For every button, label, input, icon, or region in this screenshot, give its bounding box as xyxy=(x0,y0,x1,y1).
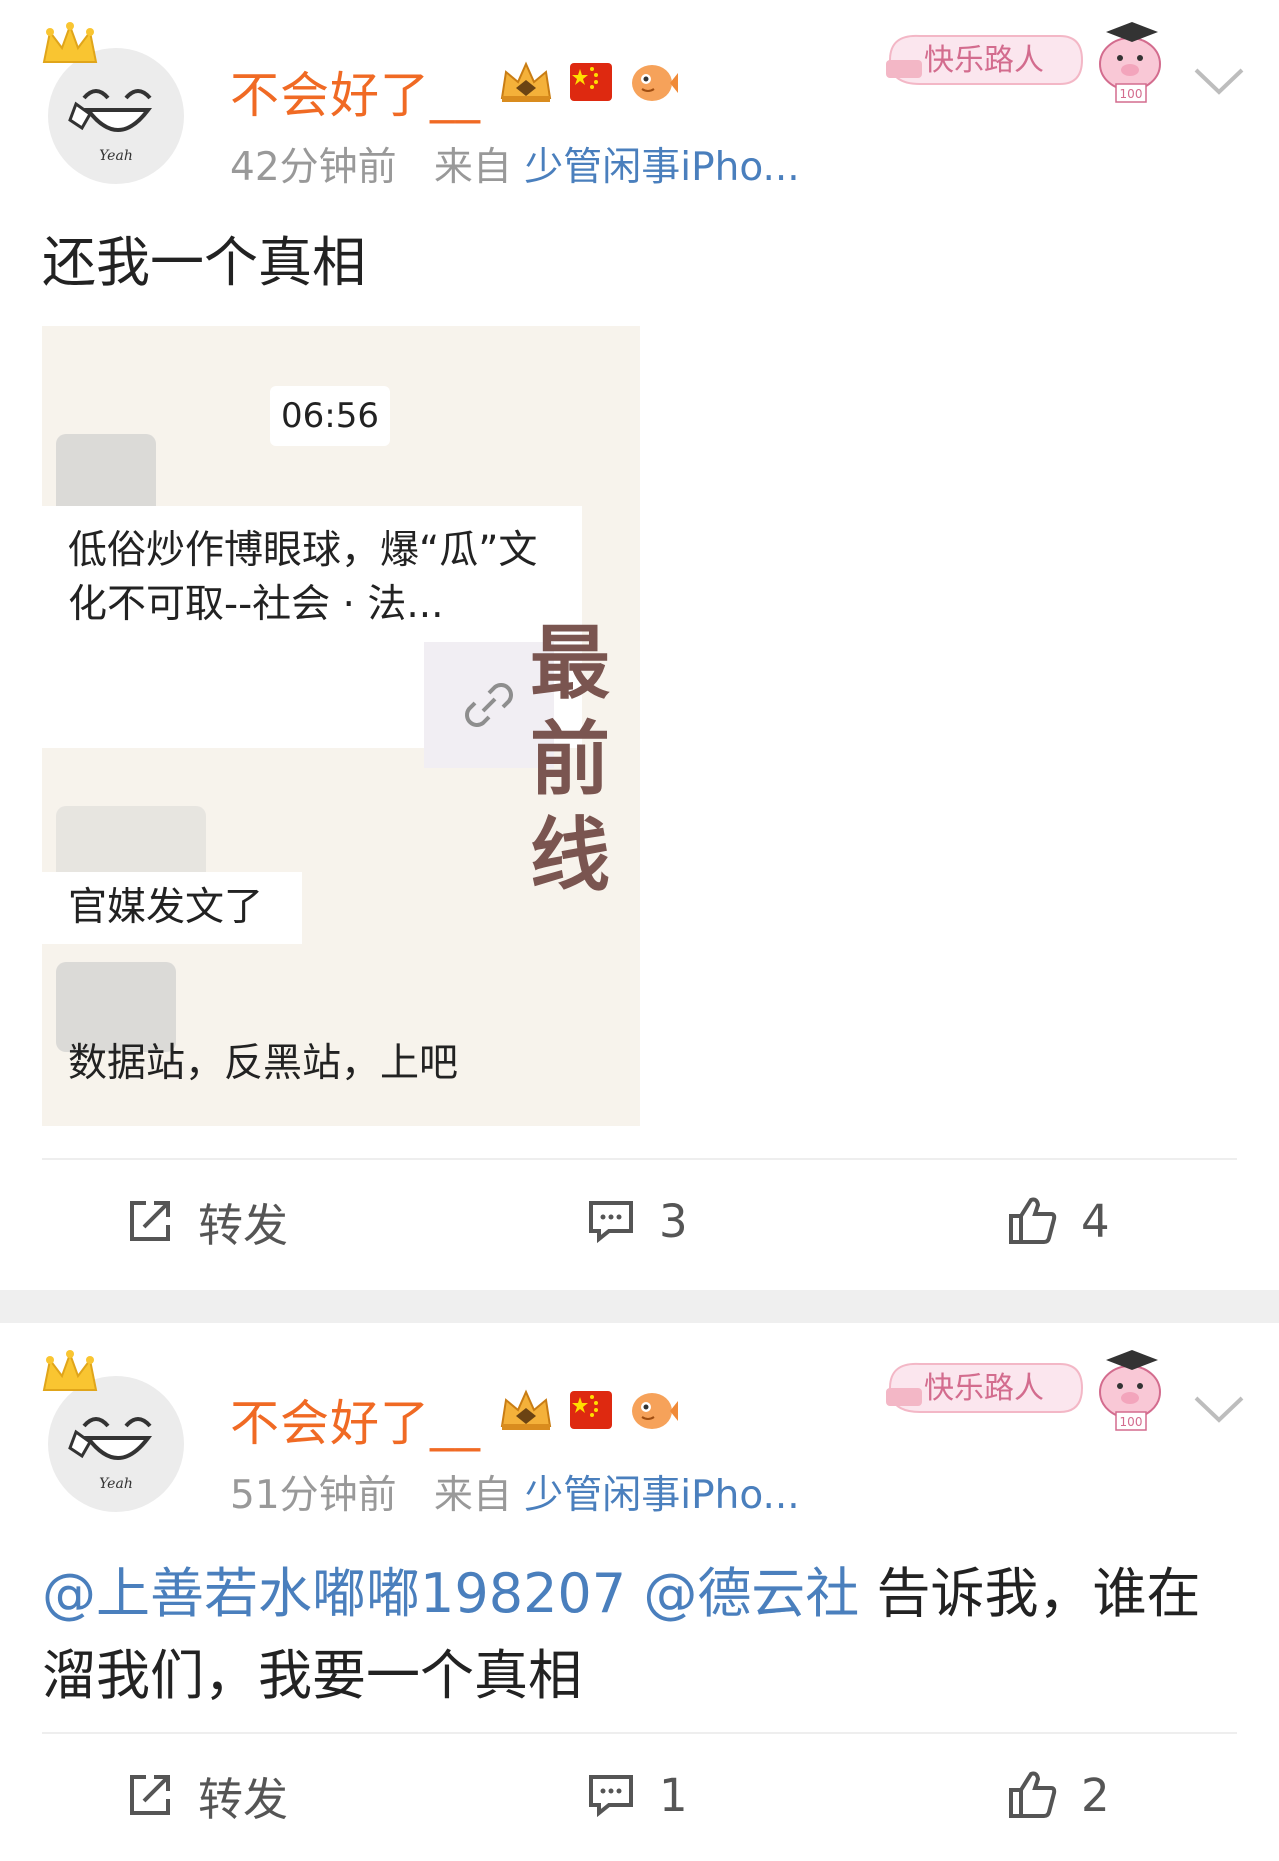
post-meta: 42分钟前 来自 少管闲事iPho... xyxy=(230,136,800,192)
pig-badge-icon: 快乐路人 100 xyxy=(886,22,1161,103)
source-prefix: 来自 xyxy=(433,145,512,190)
comment-button[interactable]: 3 xyxy=(585,1176,688,1266)
badge-number: 100 xyxy=(1120,87,1143,101)
badge-text: 快乐路人 xyxy=(924,43,1044,78)
username[interactable]: 不会好了__ xyxy=(230,1384,481,1455)
china-flag-icon[interactable] xyxy=(568,1387,614,1433)
comment-count: 1 xyxy=(659,1768,688,1822)
post-source[interactable]: 少管闲事iPho... xyxy=(524,145,799,190)
user-badges xyxy=(498,58,678,106)
crown-badge-icon[interactable] xyxy=(498,1386,554,1434)
fish-icon[interactable] xyxy=(628,59,678,105)
crown-badge-icon[interactable] xyxy=(498,58,554,106)
post-image[interactable]: 06:56 低俗炒作博眼球，爆“瓜”文化不可取--社会 · 法... 最前线 官… xyxy=(42,326,640,1126)
weibo-post: Yeah 不会好了__ xyxy=(0,0,1279,1290)
like-button[interactable]: 2 xyxy=(1005,1750,1110,1840)
like-count: 4 xyxy=(1081,1194,1110,1248)
action-bar: 转发 3 4 xyxy=(0,1176,1279,1266)
post-meta: 51分钟前 来自 少管闲事iPho... xyxy=(230,1464,800,1520)
repost-button[interactable]: 转发 xyxy=(124,1176,288,1266)
image-caption-1: 官媒发文了 xyxy=(42,872,302,944)
share-icon xyxy=(130,1775,170,1815)
divider xyxy=(42,1732,1237,1734)
user-badges xyxy=(498,1386,678,1434)
repost-label: 转发 xyxy=(198,1772,289,1826)
badge-text: 快乐路人 xyxy=(924,1371,1044,1406)
source-prefix: 来自 xyxy=(433,1473,512,1518)
username[interactable]: 不会好了__ xyxy=(230,56,481,127)
comment-icon xyxy=(589,1201,633,1244)
avatar-wrap[interactable]: Yeah xyxy=(40,22,190,184)
image-caption-2: 数据站，反黑站，上吧 xyxy=(68,1041,459,1086)
image-time: 06:56 xyxy=(270,386,390,446)
article-title: 低俗炒作博眼球，爆“瓜”文化不可取--社会 · 法... xyxy=(68,528,538,627)
post-text: 还我一个真相 xyxy=(42,231,366,294)
comment-count: 3 xyxy=(659,1194,688,1248)
post-time: 42分钟前 xyxy=(230,145,397,190)
avatar-label: Yeah xyxy=(99,148,133,164)
mention-link[interactable]: @上善若水嘟嘟198207 xyxy=(42,1562,626,1625)
repost-button[interactable]: 转发 xyxy=(124,1750,288,1840)
avatar-wrap[interactable]: Yeah xyxy=(40,1350,190,1512)
comment-icon xyxy=(589,1775,633,1818)
pig-badge-icon: 快乐路人 100 xyxy=(886,1350,1161,1431)
post-text: @上善若水嘟嘟198207 @德云社 告诉我，谁在溜我们，我要一个真相 xyxy=(42,1553,1242,1717)
badge-number: 100 xyxy=(1120,1415,1143,1429)
thumbs-up-icon xyxy=(1009,1197,1057,1244)
weibo-post: Yeah 不会好了__ xyxy=(0,1323,1279,1861)
share-icon xyxy=(130,1201,170,1241)
crown-icon xyxy=(42,1350,98,1391)
like-button[interactable]: 4 xyxy=(1005,1176,1110,1266)
chevron-down-icon[interactable] xyxy=(1192,64,1246,98)
post-source[interactable]: 少管闲事iPho... xyxy=(524,1473,799,1518)
fish-icon[interactable] xyxy=(628,1387,678,1433)
crown-icon xyxy=(42,22,98,63)
image-vertical-text: 最前线 xyxy=(530,617,610,902)
post-time: 51分钟前 xyxy=(230,1473,397,1518)
chevron-down-icon[interactable] xyxy=(1192,1392,1246,1426)
thumbs-up-icon xyxy=(1009,1771,1057,1818)
card-decoration[interactable]: 快乐路人 100 xyxy=(880,1338,1180,1438)
card-decoration[interactable]: 快乐路人 100 xyxy=(880,10,1180,110)
comment-button[interactable]: 1 xyxy=(585,1750,688,1840)
feed-separator xyxy=(0,1290,1279,1323)
avatar-label: Yeah xyxy=(99,1476,133,1492)
repost-label: 转发 xyxy=(198,1198,289,1252)
mention-link[interactable]: @德云社 xyxy=(643,1562,859,1625)
divider xyxy=(42,1158,1237,1160)
action-bar: 转发 1 2 xyxy=(0,1750,1279,1840)
like-count: 2 xyxy=(1081,1768,1110,1822)
china-flag-icon[interactable] xyxy=(568,59,614,105)
